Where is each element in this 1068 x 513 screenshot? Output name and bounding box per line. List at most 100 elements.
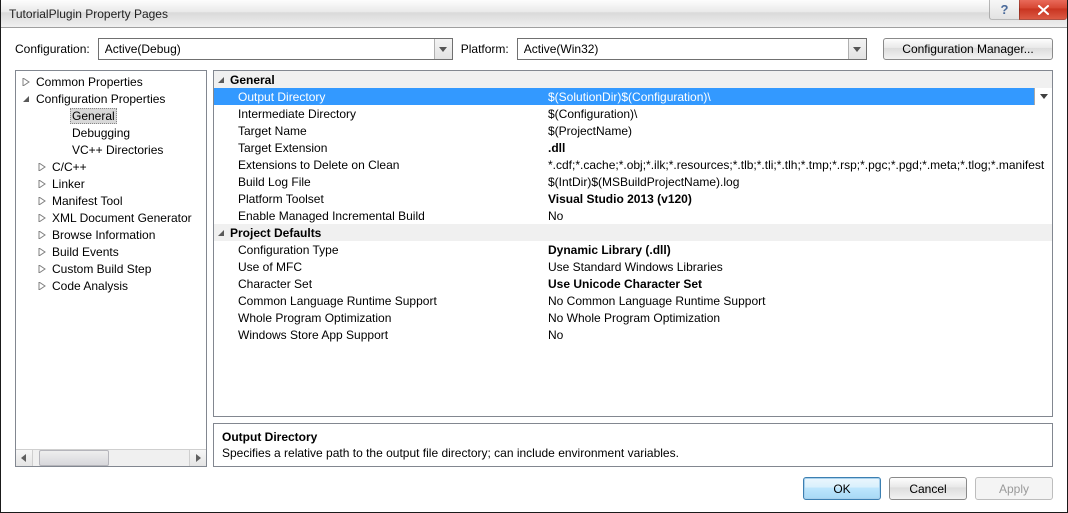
property-value[interactable]: No [546, 328, 1052, 342]
property-name: Platform Toolset [214, 192, 546, 206]
property-value[interactable]: $(ProjectName) [546, 124, 1052, 138]
property-value[interactable]: .dll [546, 141, 1052, 155]
property-row[interactable]: Use of MFCUse Standard Windows Libraries [214, 258, 1052, 275]
tree-spacer [56, 127, 68, 139]
property-grid[interactable]: GeneralOutput Directory$(SolutionDir)$(C… [213, 70, 1053, 417]
category-tree[interactable]: Common Properties Configuration Propertie… [16, 71, 206, 449]
property-value[interactable]: $(IntDir)$(MSBuildProjectName).log [546, 175, 1052, 189]
property-name: Use of MFC [214, 260, 546, 274]
property-value[interactable]: *.cdf;*.cache;*.obj;*.ilk;*.resources;*.… [546, 158, 1052, 172]
apply-button: Apply [975, 477, 1053, 500]
tree-expand-icon[interactable] [36, 212, 48, 224]
property-row[interactable]: Character SetUse Unicode Character Set [214, 275, 1052, 292]
tree-item[interactable]: Linker [16, 175, 206, 192]
tree-expand-icon[interactable] [20, 76, 32, 88]
group-name: General [228, 73, 275, 87]
tree-expand-icon[interactable] [36, 280, 48, 292]
property-row[interactable]: Common Language Runtime SupportNo Common… [214, 292, 1052, 309]
property-row[interactable]: Target Extension.dll [214, 139, 1052, 156]
tree-expand-icon[interactable] [36, 178, 48, 190]
property-value[interactable]: $(Configuration)\ [546, 107, 1052, 121]
tree-item[interactable]: General [16, 107, 206, 124]
scroll-left-button[interactable] [16, 450, 33, 466]
tree-horizontal-scrollbar[interactable] [16, 449, 206, 466]
help-button[interactable]: ? [989, 0, 1019, 20]
platform-dropdown[interactable]: Active(Win32) [517, 38, 867, 60]
property-name: Enable Managed Incremental Build [214, 209, 546, 223]
tree-item-label: Code Analysis [50, 279, 130, 293]
scroll-thumb[interactable] [39, 450, 109, 466]
tree-expand-icon[interactable] [36, 263, 48, 275]
tree-expand-icon[interactable] [36, 246, 48, 258]
tree-item[interactable]: Configuration Properties [16, 90, 206, 107]
tree-item[interactable]: Common Properties [16, 73, 206, 90]
tree-item-label: VC++ Directories [70, 143, 165, 157]
property-row[interactable]: Intermediate Directory$(Configuration)\ [214, 105, 1052, 122]
tree-item-label: Browse Information [50, 228, 157, 242]
tree-item[interactable]: Browse Information [16, 226, 206, 243]
close-button[interactable] [1019, 0, 1067, 20]
platform-select[interactable]: Active(Win32) [517, 38, 867, 60]
property-name: Common Language Runtime Support [214, 294, 546, 308]
scroll-right-button[interactable] [189, 450, 206, 466]
property-value[interactable]: No Whole Program Optimization [546, 311, 1052, 325]
property-value[interactable]: Use Standard Windows Libraries [546, 260, 1052, 274]
configuration-label: Configuration: [15, 42, 90, 56]
configuration-manager-button[interactable]: Configuration Manager... [883, 38, 1053, 60]
ok-button[interactable]: OK [803, 477, 881, 500]
property-value[interactable]: Use Unicode Character Set [546, 277, 1052, 291]
property-value[interactable]: Visual Studio 2013 (v120) [546, 192, 1052, 206]
window-title: TutorialPlugin Property Pages [9, 7, 168, 21]
tree-item-label: XML Document Generator [50, 211, 194, 225]
configuration-select[interactable]: Active(Debug) [98, 38, 453, 60]
property-value[interactable]: No Common Language Runtime Support [546, 294, 1052, 308]
config-row: Configuration: Active(Debug) Platform: A… [15, 38, 1053, 60]
property-value[interactable]: $(SolutionDir)$(Configuration)\ [546, 90, 1034, 104]
tree-item[interactable]: C/C++ [16, 158, 206, 175]
property-row[interactable]: Whole Program OptimizationNo Whole Progr… [214, 309, 1052, 326]
tree-collapse-icon[interactable] [20, 93, 32, 105]
tree-expand-icon[interactable] [36, 195, 48, 207]
property-group-header[interactable]: Project Defaults [214, 224, 1052, 241]
property-row[interactable]: Target Name$(ProjectName) [214, 122, 1052, 139]
property-pages-window: TutorialPlugin Property Pages ? Configur… [0, 0, 1068, 513]
property-name: Build Log File [214, 175, 546, 189]
platform-label: Platform: [461, 42, 509, 56]
cancel-button[interactable]: Cancel [889, 477, 967, 500]
tree-item[interactable]: Custom Build Step [16, 260, 206, 277]
titlebar[interactable]: TutorialPlugin Property Pages ? [1, 0, 1067, 28]
window-buttons: ? [989, 0, 1067, 20]
property-dropdown-button[interactable] [1034, 88, 1052, 105]
description-text: Specifies a relative path to the output … [222, 446, 1044, 460]
property-row[interactable]: Windows Store App SupportNo [214, 326, 1052, 343]
property-row[interactable]: Configuration TypeDynamic Library (.dll) [214, 241, 1052, 258]
group-collapse-icon[interactable] [214, 229, 228, 237]
tree-expand-icon[interactable] [36, 229, 48, 241]
property-row[interactable]: Output Directory$(SolutionDir)$(Configur… [214, 88, 1052, 105]
property-group-header[interactable]: General [214, 71, 1052, 88]
group-collapse-icon[interactable] [214, 76, 228, 84]
tree-item-label: Custom Build Step [50, 262, 153, 276]
property-row[interactable]: Enable Managed Incremental BuildNo [214, 207, 1052, 224]
property-row[interactable]: Build Log File$(IntDir)$(MSBuildProjectN… [214, 173, 1052, 190]
tree-item-label: Configuration Properties [34, 92, 167, 106]
property-name: Extensions to Delete on Clean [214, 158, 546, 172]
property-row[interactable]: Platform ToolsetVisual Studio 2013 (v120… [214, 190, 1052, 207]
tree-item[interactable]: Code Analysis [16, 277, 206, 294]
tree-item[interactable]: XML Document Generator [16, 209, 206, 226]
tree-item-label: Common Properties [34, 75, 145, 89]
property-value[interactable]: Dynamic Library (.dll) [546, 243, 1052, 257]
description-title: Output Directory [222, 430, 1044, 444]
help-icon: ? [1001, 2, 1009, 17]
tree-item[interactable]: VC++ Directories [16, 141, 206, 158]
property-value[interactable]: No [546, 209, 1052, 223]
tree-item[interactable]: Build Events [16, 243, 206, 260]
tree-expand-icon[interactable] [36, 161, 48, 173]
tree-item[interactable]: Manifest Tool [16, 192, 206, 209]
configuration-dropdown[interactable]: Active(Debug) [98, 38, 453, 60]
property-row[interactable]: Extensions to Delete on Clean*.cdf;*.cac… [214, 156, 1052, 173]
property-name: Windows Store App Support [214, 328, 546, 342]
right-panel: GeneralOutput Directory$(SolutionDir)$(C… [213, 70, 1053, 467]
description-box: Output Directory Specifies a relative pa… [213, 423, 1053, 467]
tree-item[interactable]: Debugging [16, 124, 206, 141]
